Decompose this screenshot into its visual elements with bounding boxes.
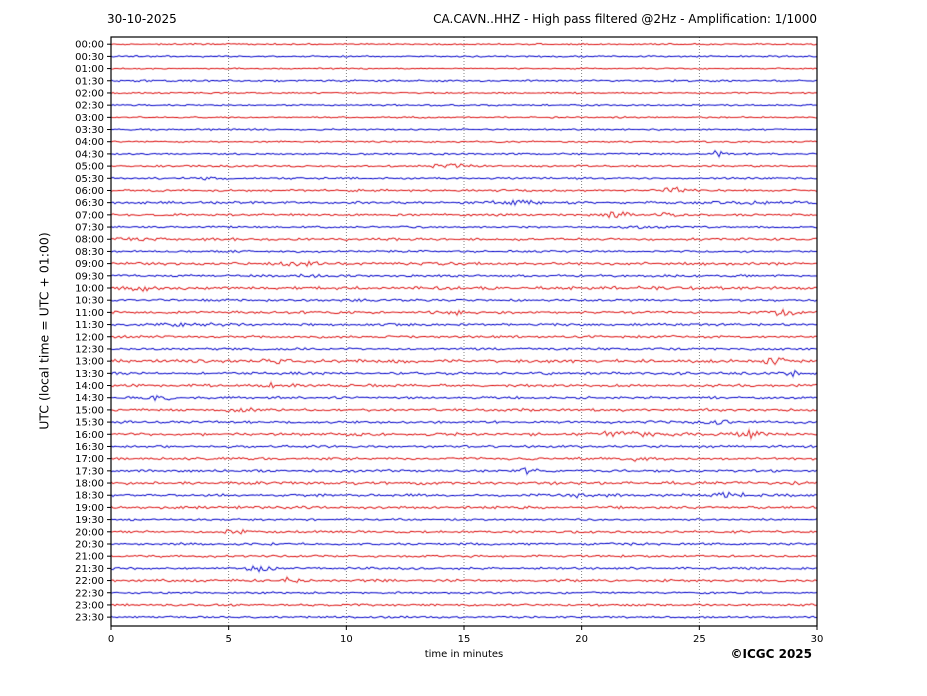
x-tick-label: 20: [575, 634, 588, 645]
y-tick-label: 04:30: [75, 149, 104, 160]
y-tick-label: 17:00: [75, 454, 104, 465]
y-tick-label: 17:30: [75, 466, 104, 477]
y-tick-label: 02:30: [75, 101, 104, 112]
y-tick-label: 09:00: [75, 259, 104, 270]
x-tick-label: 30: [811, 634, 824, 645]
y-tick-label: 22:00: [75, 576, 104, 587]
y-tick-label: 10:30: [75, 296, 104, 307]
y-tick-label: 03:00: [75, 113, 104, 124]
y-tick-label: 22:30: [75, 588, 104, 599]
trace-17:30: [110, 467, 818, 475]
x-tick-label: 0: [108, 634, 114, 645]
y-tick-label: 14:30: [75, 393, 104, 404]
y-tick-label: 03:30: [75, 125, 104, 136]
y-tick-label: 13:30: [75, 369, 104, 380]
y-tick-label: 14:00: [75, 381, 104, 392]
y-tick-label: 05:00: [75, 162, 104, 173]
y-tick-label: 01:30: [75, 76, 104, 87]
x-axis-title: time in minutes: [424, 649, 504, 660]
y-tick-label: 15:00: [75, 405, 104, 416]
y-tick-label: 11:00: [75, 308, 104, 319]
y-tick-label: 20:30: [75, 539, 104, 550]
y-tick-label: 00:00: [75, 40, 104, 51]
helicorder-figure: 30-10-2025 CA.CAVN..HHZ - High pass filt…: [0, 0, 927, 696]
trace-halo-21:30: [110, 563, 818, 575]
x-tick-label: 15: [458, 634, 471, 645]
trace-22:00: [110, 576, 818, 583]
y-tick-label: 18:30: [75, 491, 104, 502]
y-tick-label: 13:00: [75, 357, 104, 368]
y-tick-label: 16:00: [75, 430, 104, 441]
y-tick-label: 21:00: [75, 552, 104, 563]
y-tick-label: 09:30: [75, 271, 104, 282]
y-tick-label: 06:30: [75, 198, 104, 209]
y-tick-label: 12:30: [75, 344, 104, 355]
y-tick-label: 15:30: [75, 418, 104, 429]
y-tick-label: 21:30: [75, 564, 104, 575]
y-tick-label: 00:30: [75, 52, 104, 63]
y-tick-label: 07:30: [75, 223, 104, 234]
y-tick-label: 12:00: [75, 332, 104, 343]
y-tick-label: 11:30: [75, 320, 104, 331]
y-tick-label: 16:30: [75, 442, 104, 453]
seismogram-plot: 00:0000:3001:0001:3002:00 02:3003:0003:30…: [75, 36, 824, 645]
x-tick-label: 10: [340, 634, 353, 645]
y-tick-label: 07:00: [75, 210, 104, 221]
y-tick-label: 01:00: [75, 64, 104, 75]
y-tick-label: 10:00: [75, 284, 104, 295]
y-tick-label: 18:00: [75, 479, 104, 490]
y-tick-label: 23:00: [75, 600, 104, 611]
y-tick-label: 19:30: [75, 515, 104, 526]
y-tick-label: 19:00: [75, 503, 104, 514]
y-tick-label: 05:30: [75, 174, 104, 185]
y-tick-label: 08:30: [75, 247, 104, 258]
y-tick-label: 20:00: [75, 527, 104, 538]
y-tick-label: 06:00: [75, 186, 104, 197]
y-tick-label: 02:00: [75, 88, 104, 99]
y-tick-label: 23:30: [75, 613, 104, 624]
y-tick-label: 04:00: [75, 137, 104, 148]
x-tick-label: 25: [693, 634, 706, 645]
y-tick-label: 08:00: [75, 235, 104, 246]
x-tick-label: 5: [225, 634, 231, 645]
copyright-credit: ©ICGC 2025: [730, 647, 812, 661]
